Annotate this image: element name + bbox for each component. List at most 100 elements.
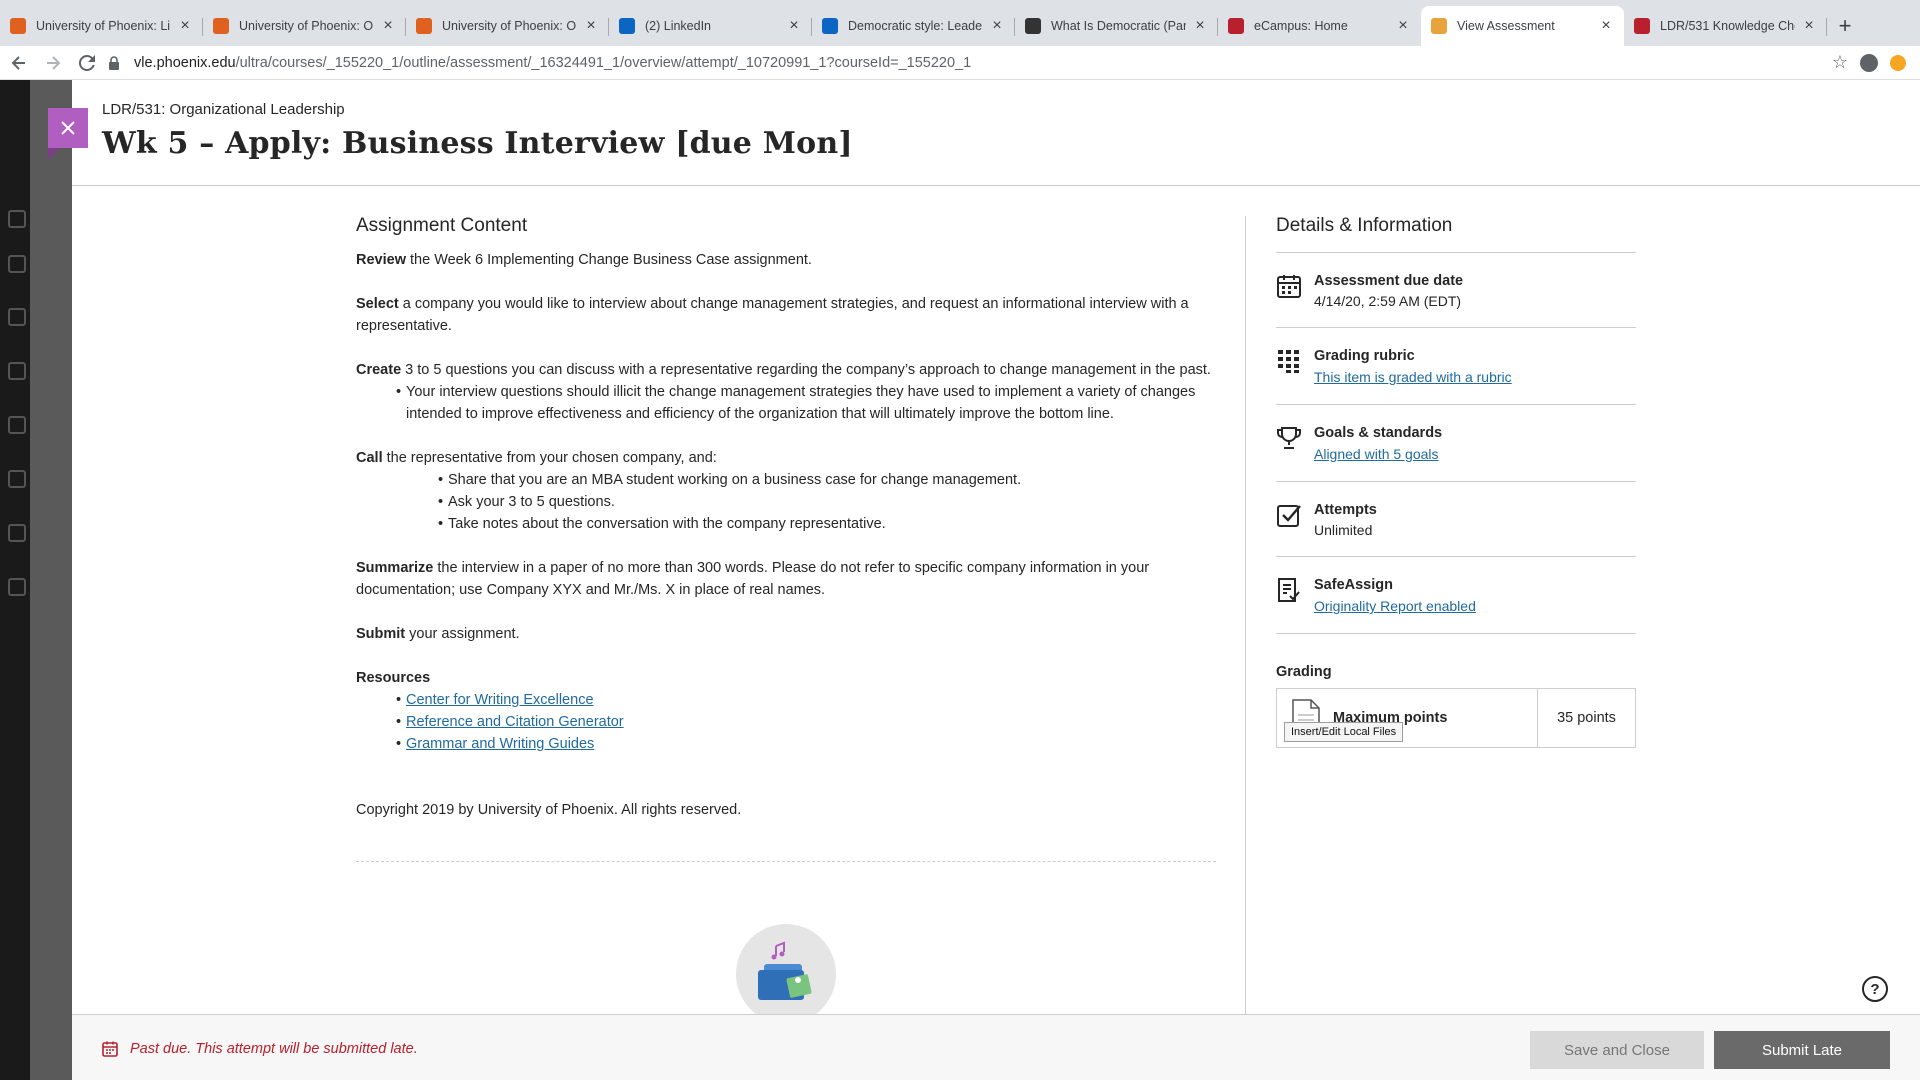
browser-tab[interactable]: University of Phoenix: Li × bbox=[0, 6, 203, 46]
browser-tab[interactable]: View Assessment × bbox=[1421, 6, 1624, 46]
close-panel-button[interactable] bbox=[48, 108, 88, 148]
favicon-icon bbox=[1431, 18, 1447, 34]
favicon-icon bbox=[822, 18, 838, 34]
rubric-link[interactable]: This item is graded with a rubric bbox=[1314, 369, 1512, 385]
browser-tab[interactable]: Democratic style: Leade × bbox=[812, 6, 1015, 46]
calendar-warning-icon bbox=[102, 1041, 118, 1057]
arrow-right-icon bbox=[47, 55, 61, 70]
calendar-icon bbox=[1277, 275, 1301, 298]
tab-title: (2) LinkedIn bbox=[645, 19, 712, 33]
list-item: Reference and Citation Generator bbox=[396, 711, 1216, 733]
tab-close-icon[interactable]: × bbox=[1395, 17, 1411, 35]
safeassign-document-icon bbox=[1278, 578, 1300, 602]
tab-title: Democratic style: Leade bbox=[848, 19, 983, 33]
resource-link-writing-excellence[interactable]: Center for Writing Excellence bbox=[406, 692, 594, 708]
address-bar[interactable]: vle.phoenix.edu/ultra/courses/_155220_1/… bbox=[108, 48, 1824, 78]
new-tab-button[interactable]: + bbox=[1827, 6, 1863, 46]
create-bullets: Your interview questions should illicit … bbox=[396, 381, 1216, 425]
list-item: Share that you are an MBA student workin… bbox=[438, 469, 1216, 491]
browser-tab[interactable]: eCampus: Home × bbox=[1218, 6, 1421, 46]
favicon-icon bbox=[1228, 18, 1244, 34]
favicon-icon bbox=[1025, 18, 1041, 34]
browser-tab[interactable]: LDR/531 Knowledge Che × bbox=[1624, 6, 1827, 46]
profile-avatar-icon[interactable] bbox=[1860, 53, 1878, 72]
list-item: Take notes about the conversation with t… bbox=[438, 513, 1216, 535]
safeassign-row: SafeAssign Originality Report enabled bbox=[1276, 557, 1636, 634]
browser-tab[interactable]: University of Phoenix: O × bbox=[203, 6, 406, 46]
rubric-row: Grading rubric This item is graded with … bbox=[1276, 328, 1636, 405]
url-path: /ultra/courses/_155220_1/outline/assessm… bbox=[235, 54, 972, 71]
tab-close-icon[interactable]: × bbox=[380, 17, 396, 35]
url-host: vle.phoenix.edu bbox=[134, 54, 236, 71]
tab-close-icon[interactable]: × bbox=[786, 17, 802, 35]
goals-row: Goals & standards Aligned with 5 goals bbox=[1276, 405, 1636, 482]
tab-title: What Is Democratic (Par bbox=[1051, 19, 1186, 33]
submit-text: your assignment. bbox=[405, 626, 520, 642]
profile-icon[interactable] bbox=[8, 255, 26, 273]
submit-late-button[interactable]: Submit Late bbox=[1714, 1031, 1890, 1069]
resource-link-writing-guides[interactable]: Grammar and Writing Guides bbox=[406, 736, 594, 752]
submission-footer: Past due. This attempt will be submitted… bbox=[72, 1014, 1920, 1080]
bookmark-star-icon[interactable]: ☆ bbox=[1832, 52, 1848, 73]
due-date-row: Assessment due date 4/14/20, 2:59 AM (ED… bbox=[1276, 253, 1636, 328]
reload-icon bbox=[79, 54, 95, 71]
institution-icon[interactable] bbox=[8, 210, 26, 228]
tab-title: University of Phoenix: O bbox=[239, 19, 374, 33]
due-date-label: Assessment due date bbox=[1314, 273, 1464, 289]
calendar-icon[interactable] bbox=[8, 416, 26, 434]
tab-title: University of Phoenix: O bbox=[442, 19, 577, 33]
assignment-content-heading: Assignment Content bbox=[356, 215, 528, 236]
list-item: Ask your 3 to 5 questions. bbox=[438, 491, 1216, 513]
tab-close-icon[interactable]: × bbox=[989, 17, 1005, 35]
tab-close-icon[interactable]: × bbox=[177, 17, 193, 35]
checkbox-icon bbox=[1277, 505, 1301, 527]
attempts-value: Unlimited bbox=[1314, 522, 1373, 538]
browser-tab[interactable]: University of Phoenix: O × bbox=[406, 6, 609, 46]
reload-button[interactable] bbox=[72, 48, 102, 78]
list-item: Grammar and Writing Guides bbox=[396, 733, 1216, 755]
safeassign-label: SafeAssign bbox=[1314, 577, 1393, 593]
call-bullets: Share that you are an MBA student workin… bbox=[438, 469, 1216, 535]
upload-illustration-icon bbox=[736, 924, 836, 1024]
courses-icon[interactable] bbox=[8, 308, 26, 326]
goals-label: Goals & standards bbox=[1314, 425, 1443, 441]
tab-title: LDR/531 Knowledge Che bbox=[1660, 19, 1795, 33]
tab-close-icon[interactable]: × bbox=[1192, 17, 1208, 35]
create-text: 3 to 5 questions you can discuss with a … bbox=[401, 362, 1211, 378]
column-separator bbox=[1245, 216, 1246, 1016]
extension-icon[interactable] bbox=[1890, 54, 1906, 71]
panel-header: LDR/531: Organizational Leadership Wk 5 … bbox=[72, 80, 1920, 186]
messages-icon[interactable] bbox=[8, 470, 26, 488]
help-icon[interactable]: ? bbox=[1862, 976, 1888, 1002]
tools-icon[interactable] bbox=[8, 578, 26, 596]
close-icon bbox=[61, 121, 75, 135]
safeassign-link[interactable]: Originality Report enabled bbox=[1314, 598, 1476, 614]
goals-link[interactable]: Aligned with 5 goals bbox=[1314, 446, 1439, 462]
tab-close-icon[interactable]: × bbox=[1598, 17, 1614, 35]
attempts-label: Attempts bbox=[1314, 502, 1377, 518]
resources-heading-text: Resources bbox=[356, 670, 431, 686]
grades-icon[interactable] bbox=[8, 524, 26, 542]
browser-tab[interactable]: What Is Democratic (Par × bbox=[1015, 6, 1218, 46]
rubric-label: Grading rubric bbox=[1314, 348, 1415, 364]
save-and-close-button[interactable]: Save and Close bbox=[1530, 1031, 1704, 1069]
back-button[interactable] bbox=[4, 48, 34, 78]
browser-tab-bar: University of Phoenix: Li × University of … bbox=[0, 0, 1920, 46]
resources-list: Center for Writing Excellence Reference … bbox=[396, 689, 1216, 755]
favicon-icon bbox=[416, 18, 432, 34]
forward-button[interactable] bbox=[38, 48, 68, 78]
select-text: a company you would like to interview ab… bbox=[356, 296, 1189, 334]
summarize-instruction: Summarize the interview in a paper of no… bbox=[356, 557, 1216, 601]
page-title: Wk 5 – Apply: Business Interview [due Mo… bbox=[102, 126, 853, 161]
trophy-icon bbox=[1277, 427, 1301, 449]
tab-close-icon[interactable]: × bbox=[1801, 17, 1817, 35]
select-instruction: Select a company you would like to inter… bbox=[356, 293, 1216, 337]
organizations-icon[interactable] bbox=[8, 362, 26, 380]
overlay-scrim bbox=[30, 80, 72, 1080]
tab-close-icon[interactable]: × bbox=[583, 17, 599, 35]
due-date-value: 4/14/20, 2:59 AM (EDT) bbox=[1314, 293, 1462, 309]
browser-tab[interactable]: (2) LinkedIn × bbox=[609, 6, 812, 46]
create-keyword: Create bbox=[356, 362, 402, 378]
resource-link-citation-generator[interactable]: Reference and Citation Generator bbox=[406, 714, 624, 730]
review-text: the Week 6 Implementing Change Business … bbox=[405, 252, 812, 268]
